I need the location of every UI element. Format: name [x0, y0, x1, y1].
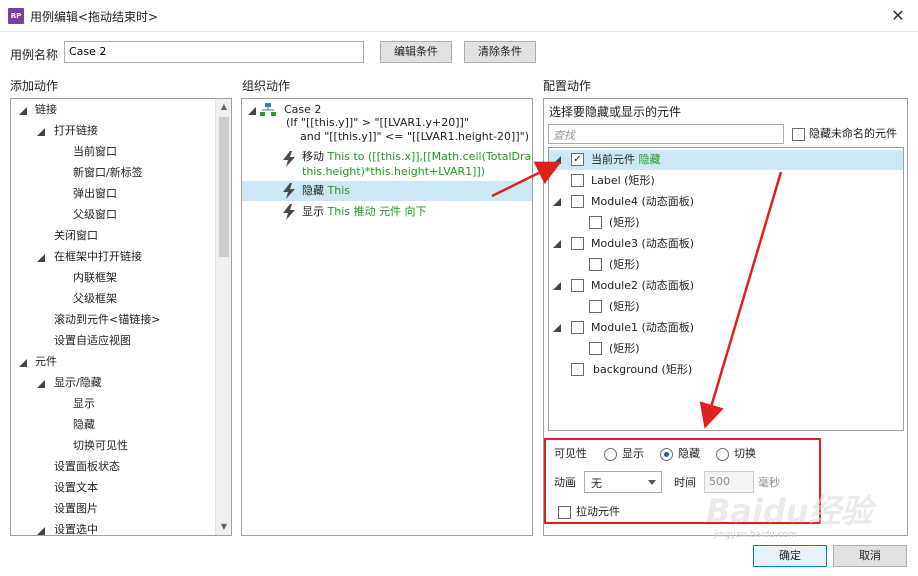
annotation-arrow — [491, 161, 562, 198]
ok-button[interactable]: 确定 — [753, 545, 827, 567]
watermark-logo: Baidu经验 — [706, 492, 873, 530]
cancel-button[interactable]: 取消 — [833, 545, 907, 567]
annotation-arrow — [699, 171, 783, 429]
watermark-url: jingyan.baidu.com — [714, 530, 798, 540]
